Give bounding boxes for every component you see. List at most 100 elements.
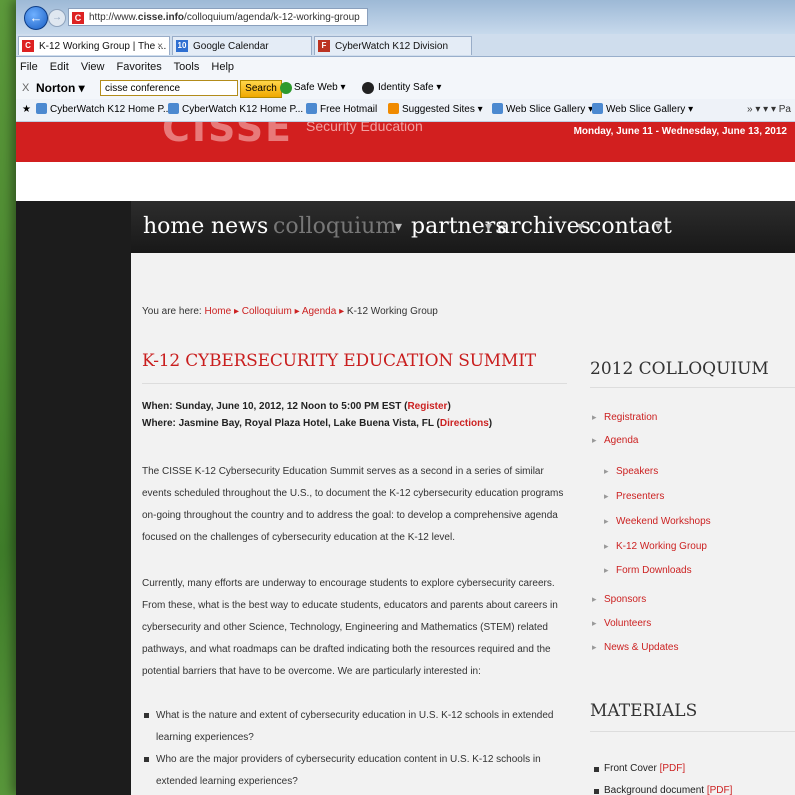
cyberwatch-icon: F [318, 40, 330, 52]
suggested-sites-icon [388, 103, 399, 114]
when-close-paren: ) [447, 401, 451, 412]
ie-page-icon [36, 103, 47, 114]
ie-page-icon [492, 103, 503, 114]
address-bar[interactable]: C http://www.cisse.info/colloquium/agend… [68, 8, 368, 26]
tab-k12-working-group[interactable]: C K-12 Working Group | The ... × [18, 36, 170, 55]
favorite-label: Web Slice Gallery ▾ [606, 104, 694, 115]
colloquium-heading: 2012 COLLOQUIUM [590, 359, 769, 379]
sidebar-item-form-downloads[interactable]: Form Downloads [604, 565, 692, 576]
norton-search-input[interactable]: cisse conference [100, 80, 238, 96]
breadcrumb-colloquium[interactable]: Colloquium [242, 306, 292, 317]
calendar-icon: 10 [176, 40, 188, 52]
ie-page-icon [306, 103, 317, 114]
sidebar-item-news-updates[interactable]: News & Updates [592, 642, 679, 653]
breadcrumb-prefix: You are here: [142, 306, 202, 317]
sidebar-item-registration[interactable]: Registration [592, 412, 657, 423]
favorite-label: Web Slice Gallery ▾ [506, 104, 594, 115]
register-link[interactable]: Register [407, 401, 447, 412]
page-content: home news colloquium ▾ partners ▾ archiv… [131, 201, 795, 795]
identity-safe-button[interactable]: Identity Safe ▾ [378, 77, 441, 99]
breadcrumb: You are here: Home ▸ Colloquium ▸ Agenda… [142, 306, 438, 317]
favorite-suggested-sites[interactable]: Suggested Sites ▾ [388, 99, 483, 121]
norton-close-icon[interactable]: X [22, 77, 29, 99]
tab-cyberwatch-k12[interactable]: F CyberWatch K12 Division [314, 36, 472, 55]
material-label: Front Cover [604, 763, 660, 774]
favorite-cyberwatch-2[interactable]: CyberWatch K12 Home P... [168, 99, 303, 121]
menu-favorites[interactable]: Favorites [117, 61, 162, 73]
breadcrumb-agenda[interactable]: Agenda [302, 306, 336, 317]
safe-web-icon [280, 82, 292, 94]
breadcrumb-sep-icon: ▸ [233, 306, 239, 317]
sidebar-item-speakers[interactable]: Speakers [604, 466, 658, 477]
command-bar[interactable]: » ▾ ▾ ▾ Pa [747, 99, 791, 121]
favorite-label: CyberWatch K12 Home P... [50, 104, 172, 115]
sidebar-item-weekend-workshops[interactable]: Weekend Workshops [604, 516, 711, 527]
favorite-free-hotmail[interactable]: Free Hotmail [306, 99, 377, 121]
favorite-web-slice-1[interactable]: Web Slice Gallery ▾ [492, 99, 593, 121]
directions-link[interactable]: Directions [440, 418, 489, 429]
page-title: K-12 CYBERSECURITY EDUCATION SUMMIT [142, 351, 536, 371]
safe-web-button[interactable]: Safe Web ▾ [294, 77, 346, 99]
menu-tools[interactable]: Tools [174, 61, 200, 73]
sidebar-item-volunteers[interactable]: Volunteers [592, 618, 651, 629]
norton-toolbar: X Norton ▾ cisse conference Search Safe … [16, 77, 795, 99]
site-favicon-icon: C [72, 12, 84, 24]
nav-partners-dropdown-icon: ▾ [485, 219, 493, 235]
nav-colloquium[interactable]: colloquium [273, 201, 396, 253]
norton-brand: Norton [36, 81, 76, 95]
menu-view[interactable]: View [81, 61, 105, 73]
materials-heading: MATERIALS [590, 701, 698, 721]
norton-dropdown-icon: ▾ [78, 81, 85, 95]
tab-label: Google Calendar [193, 41, 269, 52]
favorite-web-slice-2[interactable]: Web Slice Gallery ▾ [592, 99, 693, 121]
tab-google-calendar[interactable]: 10 Google Calendar [172, 36, 312, 55]
material-front-cover: Front Cover [PDF] [593, 763, 686, 774]
nav-archives-dropdown-icon: ▾ [577, 219, 585, 235]
tab-close-icon[interactable]: × [157, 37, 163, 55]
breadcrumb-home[interactable]: Home [204, 306, 231, 317]
site-header: CISSE Security Education Monday, June 11… [16, 122, 795, 162]
main-column: K-12 CYBERSECURITY EDUCATION SUMMIT When… [142, 351, 567, 787]
menu-edit[interactable]: Edit [50, 61, 69, 73]
ie-page-icon [168, 103, 179, 114]
menu-help[interactable]: Help [211, 61, 234, 73]
nav-home[interactable]: home [143, 201, 204, 253]
forward-button[interactable]: → [48, 9, 66, 27]
intro-paragraph: The CISSE K-12 Cybersecurity Education S… [142, 466, 564, 543]
tab-label: CyberWatch K12 Division [335, 41, 449, 52]
menu-file[interactable]: File [20, 61, 38, 73]
favorite-cyberwatch-1[interactable]: CyberWatch K12 Home P... [36, 99, 171, 121]
background-pdf-link[interactable]: [PDF] [707, 785, 733, 795]
browser-window: ← → C http://www.cisse.info/colloquium/a… [16, 0, 795, 795]
sidebar-item-sponsors[interactable]: Sponsors [592, 594, 646, 605]
sidebar-divider [590, 731, 795, 732]
page-body: home news colloquium ▾ partners ▾ archiv… [16, 201, 795, 795]
menu-bar: File Edit View Favorites Tools Help [16, 57, 795, 77]
back-button[interactable]: ← [24, 6, 48, 30]
favorite-label: Suggested Sites ▾ [402, 104, 483, 115]
nav-colloquium-dropdown-icon: ▾ [395, 219, 403, 235]
favorite-label: Free Hotmail [320, 104, 378, 115]
norton-search-button[interactable]: Search [240, 80, 282, 98]
efforts-paragraph: Currently, many efforts are underway to … [142, 578, 558, 677]
sidebar-item-agenda[interactable]: Agenda [592, 435, 639, 446]
title-divider [142, 383, 567, 384]
url-domain: cisse.info [137, 12, 185, 23]
sidebar-item-k12-working-group[interactable]: K-12 Working Group [604, 541, 707, 552]
where-close-paren: ) [488, 418, 493, 429]
site-logo[interactable]: CISSE [162, 122, 293, 150]
event-when: When: Sunday, June 10, 2012, 12 Noon to … [142, 401, 451, 412]
nav-news[interactable]: news [211, 201, 268, 253]
tab-strip: C K-12 Working Group | The ... × 10 Goog… [16, 34, 795, 57]
breadcrumb-sep-icon: ▸ [339, 306, 345, 317]
sidebar-item-presenters[interactable]: Presenters [604, 491, 664, 502]
url-prefix: http://www. [89, 12, 138, 23]
front-cover-pdf-link[interactable]: [PDF] [660, 763, 686, 774]
where-text: Where: Jasmine Bay, Royal Plaza Hotel, L… [142, 418, 440, 429]
nav-partners[interactable]: partners [411, 201, 507, 253]
list-item: What is the nature and extent of cyberse… [142, 705, 572, 749]
favorites-star-icon[interactable]: ★ [22, 99, 31, 121]
cisse-favicon-icon: C [22, 40, 34, 52]
norton-logo[interactable]: Norton ▾ [36, 77, 85, 99]
favorites-bar: ★ CyberWatch K12 Home P... CyberWatch K1… [16, 99, 795, 122]
